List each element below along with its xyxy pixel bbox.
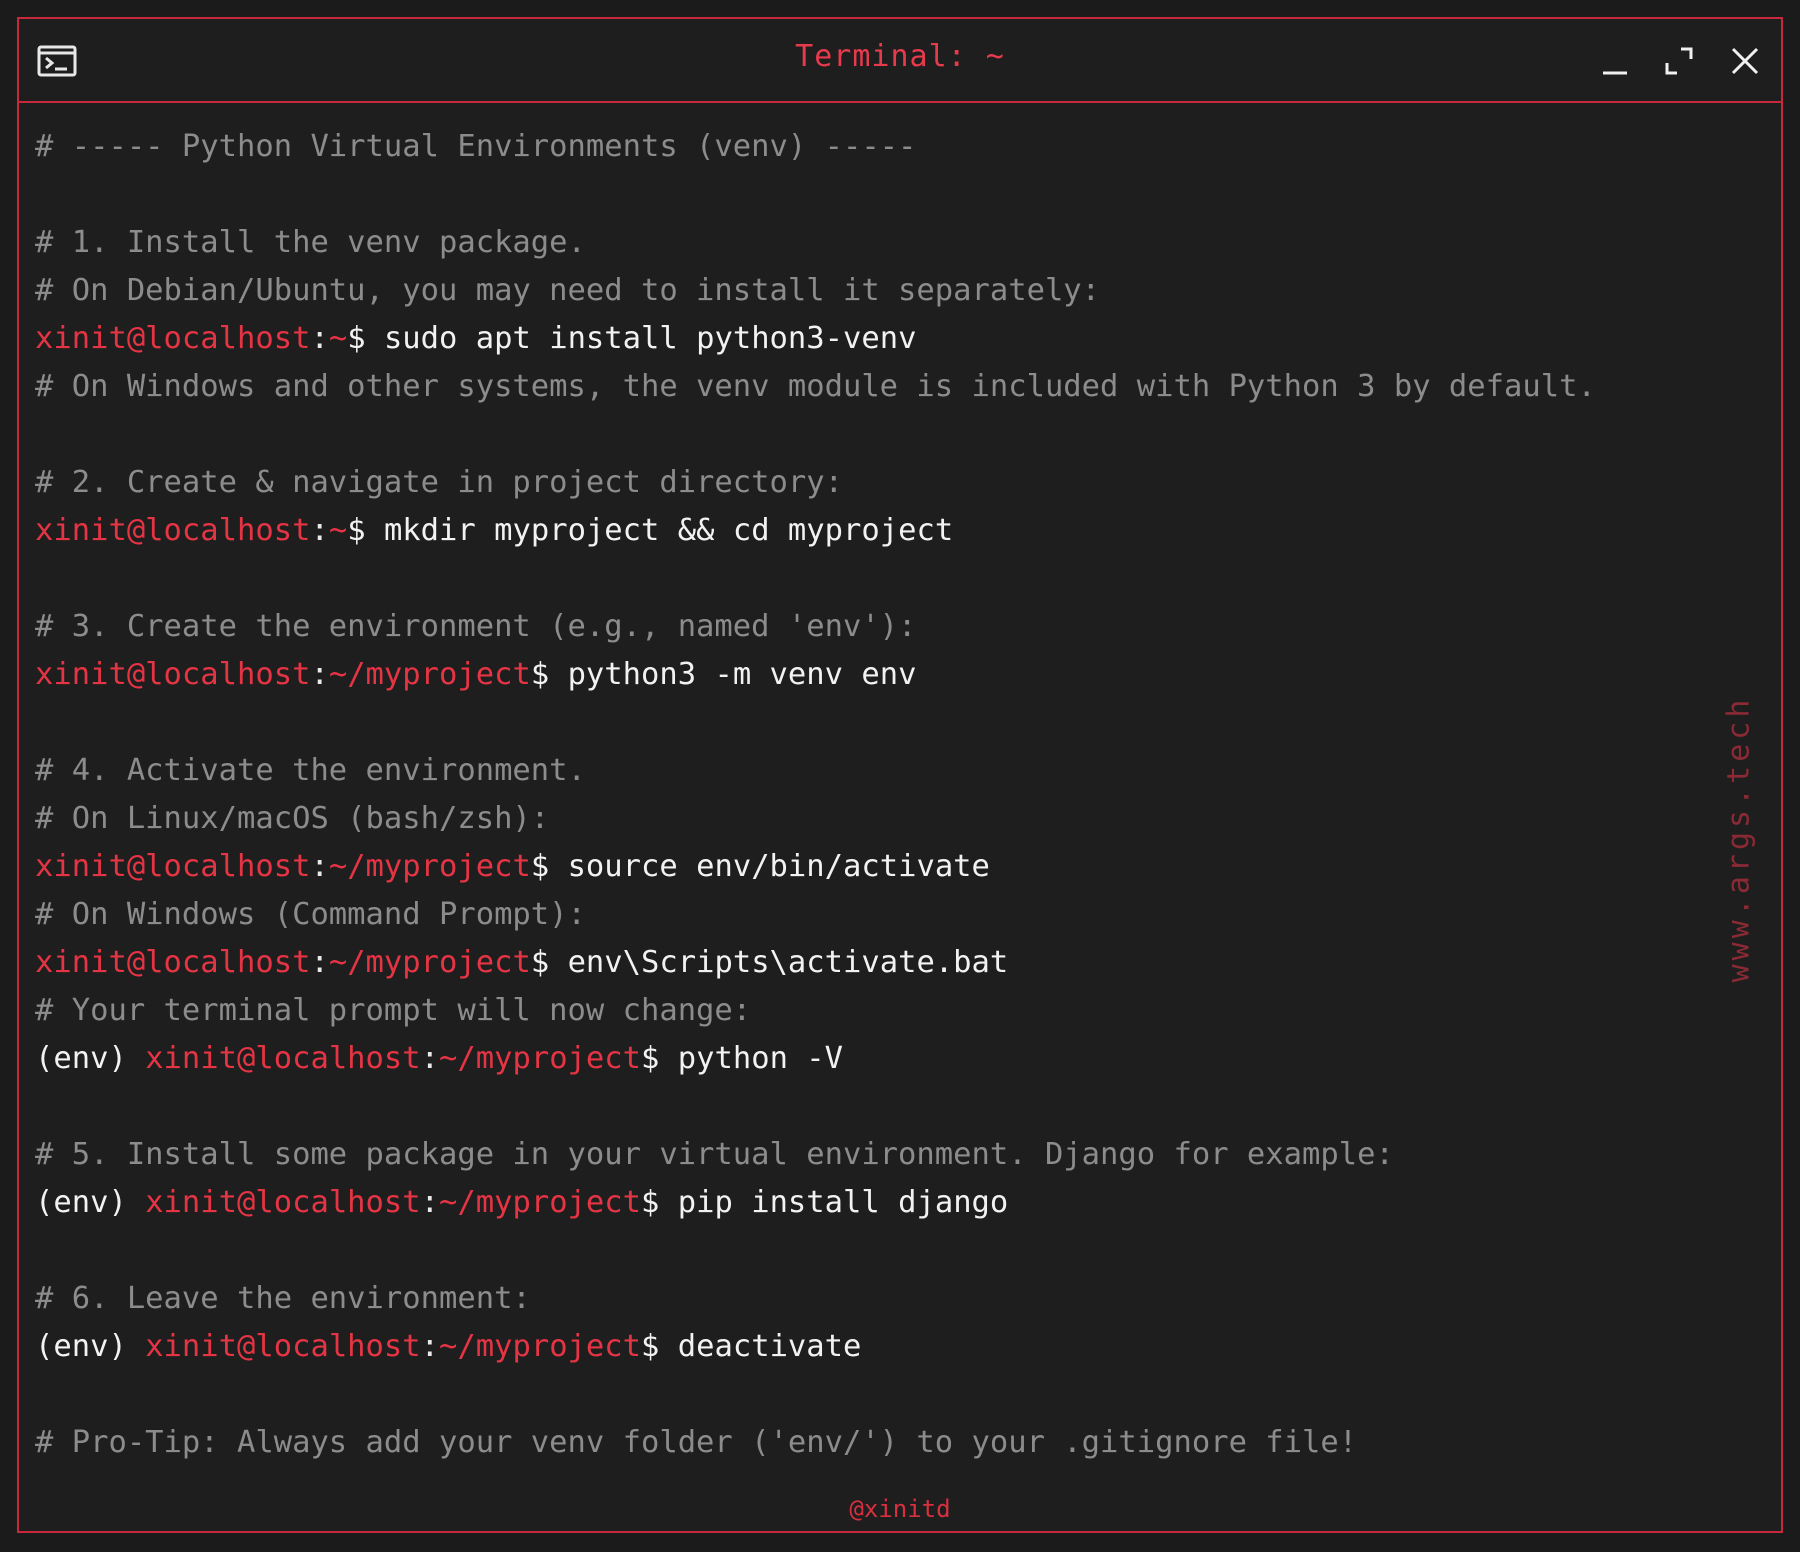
comment-line: # 5. Install some package in your virtua… bbox=[35, 1131, 1691, 1179]
prompt-line: (env) xinit@localhost:~/myproject$ pip i… bbox=[35, 1179, 1691, 1227]
prompt-symbol: $ bbox=[641, 1329, 660, 1364]
prompt-path: ~ bbox=[328, 321, 348, 356]
prompt-line: (env) xinit@localhost:~/myproject$ deact… bbox=[35, 1323, 1691, 1371]
prompt-line: xinit@localhost:~/myproject$ env\Scripts… bbox=[35, 939, 1691, 987]
terminal-window: Terminal: ~ # ----- Python Virtual Envir… bbox=[17, 17, 1783, 1533]
comment-text: # 1. Install the venv package. bbox=[35, 225, 586, 260]
prompt-line: xinit@localhost:~/myproject$ source env/… bbox=[35, 843, 1691, 891]
prompt-symbol: $ bbox=[530, 849, 550, 884]
comment-line: # On Debian/Ubuntu, you may need to inst… bbox=[35, 267, 1691, 315]
prompt-user: xinit@localhost bbox=[145, 1329, 421, 1364]
prompt-path: ~/myproject bbox=[439, 1185, 642, 1220]
comment-text: # 6. Leave the environment: bbox=[35, 1281, 531, 1316]
env-indicator: (env) bbox=[35, 1185, 146, 1220]
comment-line: # ----- Python Virtual Environments (ven… bbox=[35, 123, 1691, 171]
prompt-path: ~/myproject bbox=[328, 945, 531, 980]
comment-line: # On Windows (Command Prompt): bbox=[35, 891, 1691, 939]
comment-text: # Pro-Tip: Always add your venv folder (… bbox=[35, 1425, 1358, 1460]
comment-text: # On Linux/macOS (bash/zsh): bbox=[35, 801, 550, 836]
terminal-output[interactable]: # ----- Python Virtual Environments (ven… bbox=[35, 123, 1691, 1467]
prompt-symbol: $ bbox=[530, 945, 550, 980]
comment-text: # ----- Python Virtual Environments (ven… bbox=[35, 129, 917, 164]
comment-line: # 6. Leave the environment: bbox=[35, 1275, 1691, 1323]
comment-line: # On Windows and other systems, the venv… bbox=[35, 363, 1691, 411]
command-text: source env/bin/activate bbox=[549, 849, 990, 884]
comment-text: # 3. Create the environment (e.g., named… bbox=[35, 609, 917, 644]
prompt-user: xinit@localhost bbox=[35, 321, 311, 356]
command-text: pip install django bbox=[659, 1185, 1009, 1220]
prompt-path: ~/myproject bbox=[328, 849, 531, 884]
prompt-user: xinit@localhost bbox=[35, 849, 311, 884]
command-text: python -V bbox=[659, 1041, 844, 1076]
prompt-user: xinit@localhost bbox=[35, 945, 311, 980]
prompt-user: xinit@localhost bbox=[145, 1185, 421, 1220]
comment-text: # On Windows (Command Prompt): bbox=[35, 897, 586, 932]
env-indicator: (env) bbox=[35, 1329, 146, 1364]
env-indicator: (env) bbox=[35, 1041, 146, 1076]
comment-line: # Your terminal prompt will now change: bbox=[35, 987, 1691, 1035]
prompt-separator: : bbox=[310, 657, 329, 692]
prompt-symbol: $ bbox=[641, 1185, 660, 1220]
comment-text: # On Windows and other systems, the venv… bbox=[35, 369, 1596, 404]
title-bar[interactable]: Terminal: ~ bbox=[19, 19, 1781, 103]
prompt-symbol: $ bbox=[347, 321, 366, 356]
close-icon[interactable] bbox=[1727, 43, 1763, 79]
author-handle: @xinitd bbox=[849, 1495, 951, 1523]
comment-text: # 5. Install some package in your virtua… bbox=[35, 1137, 1394, 1172]
comment-line: # 2. Create & navigate in project direct… bbox=[35, 459, 1691, 507]
prompt-user: xinit@localhost bbox=[145, 1041, 421, 1076]
prompt-symbol: $ bbox=[641, 1041, 660, 1076]
command-text: deactivate bbox=[659, 1329, 862, 1364]
prompt-path: ~/myproject bbox=[439, 1041, 642, 1076]
prompt-separator: : bbox=[420, 1329, 440, 1364]
prompt-separator: : bbox=[420, 1185, 440, 1220]
prompt-line: (env) xinit@localhost:~/myproject$ pytho… bbox=[35, 1035, 1691, 1083]
prompt-symbol: $ bbox=[530, 657, 550, 692]
command-text: mkdir myproject && cd myproject bbox=[365, 513, 954, 548]
prompt-user: xinit@localhost bbox=[35, 513, 311, 548]
prompt-line: xinit@localhost:~$ sudo apt install pyth… bbox=[35, 315, 1691, 363]
prompt-line: xinit@localhost:~/myproject$ python3 -m … bbox=[35, 651, 1691, 699]
comment-text: # 2. Create & navigate in project direct… bbox=[35, 465, 843, 500]
prompt-separator: : bbox=[420, 1041, 440, 1076]
comment-line: # Pro-Tip: Always add your venv folder (… bbox=[35, 1419, 1691, 1467]
prompt-symbol: $ bbox=[347, 513, 366, 548]
comment-line: # 3. Create the environment (e.g., named… bbox=[35, 603, 1691, 651]
prompt-separator: : bbox=[310, 321, 329, 356]
prompt-path: ~/myproject bbox=[328, 657, 531, 692]
comment-text: # Your terminal prompt will now change: bbox=[35, 993, 752, 1028]
comment-text: # 4. Activate the environment. bbox=[35, 753, 586, 788]
command-text: python3 -m venv env bbox=[549, 657, 917, 692]
comment-text: # On Debian/Ubuntu, you may need to inst… bbox=[35, 273, 1101, 308]
prompt-separator: : bbox=[310, 849, 329, 884]
window-title: Terminal: ~ bbox=[795, 39, 1005, 74]
comment-line: # On Linux/macOS (bash/zsh): bbox=[35, 795, 1691, 843]
maximize-icon[interactable] bbox=[1661, 43, 1697, 79]
prompt-line: xinit@localhost:~$ mkdir myproject && cd… bbox=[35, 507, 1691, 555]
prompt-path: ~ bbox=[328, 513, 348, 548]
command-text: sudo apt install python3-venv bbox=[365, 321, 917, 356]
command-text: env\Scripts\activate.bat bbox=[549, 945, 1009, 980]
watermark: www.args.tech bbox=[1721, 695, 1757, 983]
prompt-user: xinit@localhost bbox=[35, 657, 311, 692]
prompt-path: ~/myproject bbox=[439, 1329, 642, 1364]
prompt-separator: : bbox=[310, 945, 329, 980]
minimize-icon[interactable] bbox=[1597, 43, 1633, 79]
comment-line: # 4. Activate the environment. bbox=[35, 747, 1691, 795]
comment-line: # 1. Install the venv package. bbox=[35, 219, 1691, 267]
prompt-separator: : bbox=[310, 513, 329, 548]
